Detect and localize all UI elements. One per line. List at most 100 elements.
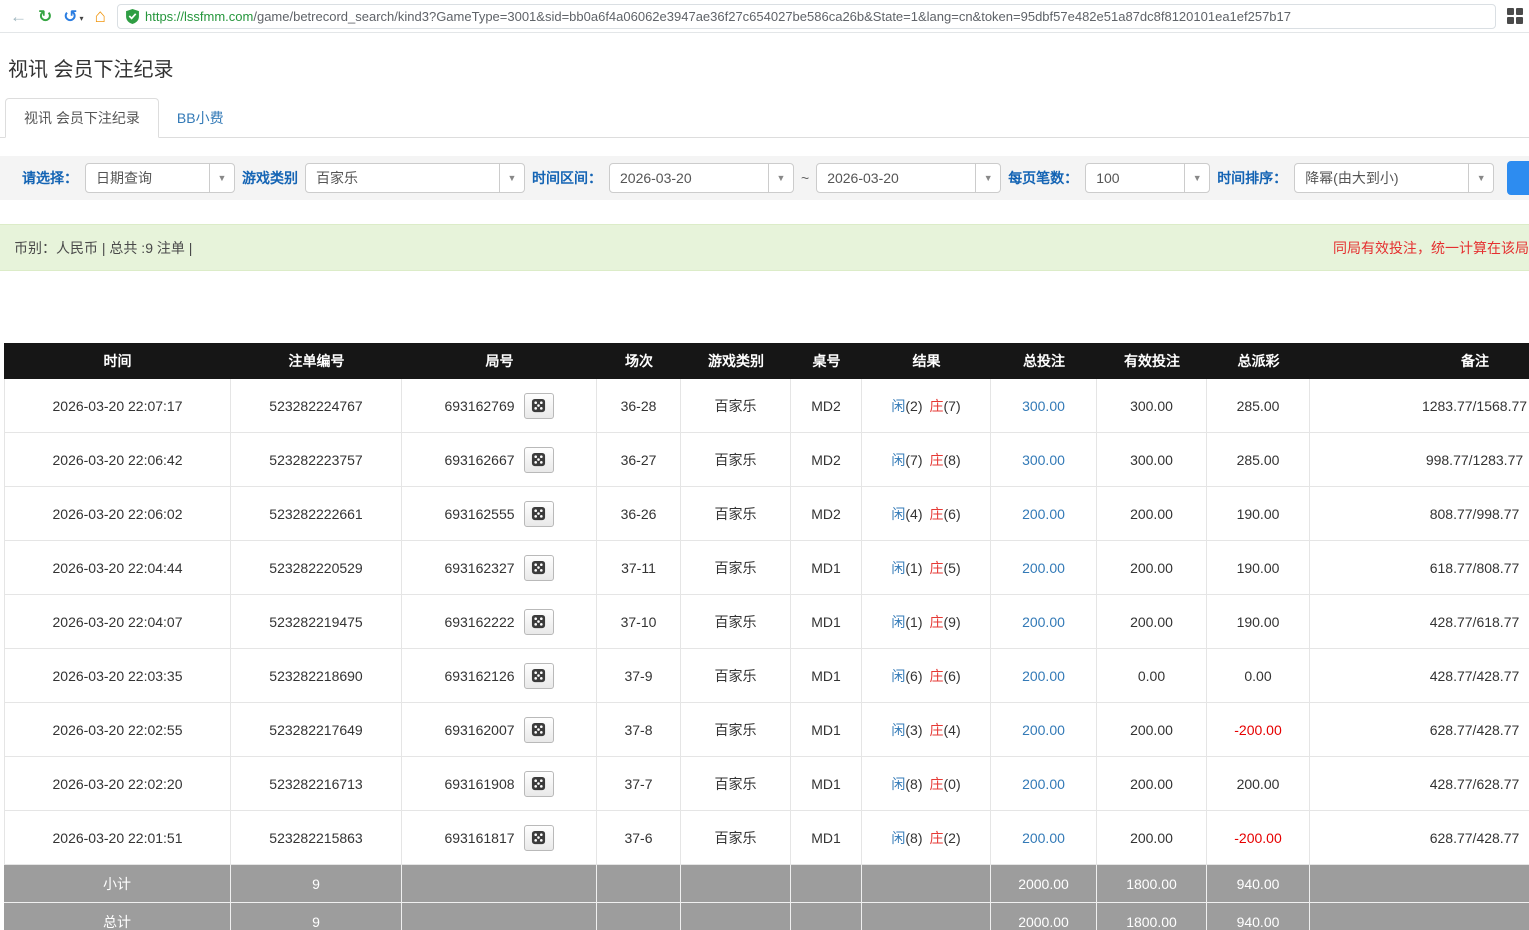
cell-session: 36-26: [597, 487, 681, 540]
cell-remark: 428.77/628.77: [1310, 757, 1529, 810]
dice-icon: [531, 452, 546, 467]
cell-time: 2026-03-20 22:01:51: [4, 811, 231, 864]
banker-result-score: (5): [944, 560, 961, 576]
cell-result: 闲(8) 庄(2): [862, 811, 991, 864]
cell-remark: 628.77/428.77: [1310, 703, 1529, 756]
security-shield-icon: [126, 9, 139, 24]
round-detail-button[interactable]: [524, 825, 554, 851]
address-bar[interactable]: https://lssfmm.com/game/betrecord_search…: [117, 4, 1496, 29]
chevron-down-icon: ▼: [209, 164, 234, 192]
cell-session: 37-10: [597, 595, 681, 648]
header-table-no: 桌号: [791, 343, 862, 379]
cell-remark: 428.77/428.77: [1310, 649, 1529, 702]
cell-bet-id: 523282217649: [231, 703, 402, 756]
player-result-score: (3): [905, 722, 922, 738]
cell-remark: 998.77/1283.77: [1310, 433, 1529, 486]
subtotal-label: 小计: [4, 865, 231, 903]
cell-result: 闲(2) 庄(7): [862, 379, 991, 432]
banker-result-label: 庄: [930, 450, 944, 470]
cell-remark: 428.77/618.77: [1310, 595, 1529, 648]
banker-result-score: (7): [944, 398, 961, 414]
chevron-down-icon: ▼: [975, 164, 1000, 192]
game-type-select[interactable]: 百家乐 ▼: [305, 163, 525, 193]
total-bet-link[interactable]: 200.00: [1022, 560, 1065, 576]
total-bet-link[interactable]: 200.00: [1022, 830, 1065, 846]
browser-toolbar: ← ↻ ↺ ▾ ⌂ https://lssfmm.com/game/betrec…: [0, 0, 1529, 33]
per-page-select[interactable]: 100 ▼: [1085, 163, 1210, 193]
cell-valid-bet: 300.00: [1097, 433, 1207, 486]
time-range-label: 时间区间：: [532, 168, 602, 188]
cell-round: 693162126: [402, 649, 597, 702]
refresh-icon[interactable]: ↻: [38, 8, 52, 25]
round-detail-button[interactable]: [524, 501, 554, 527]
search-button[interactable]: [1507, 161, 1529, 195]
cell-result: 闲(3) 庄(4): [862, 703, 991, 756]
banker-result-label: 庄: [930, 720, 944, 740]
table-row: 2026-03-20 22:01:51 523282215863 6931618…: [4, 811, 1529, 865]
back-icon[interactable]: ←: [10, 8, 27, 25]
total-bet-link[interactable]: 200.00: [1022, 506, 1065, 522]
round-number: 693162769: [444, 398, 514, 414]
dice-icon: [531, 830, 546, 845]
cell-game-type: 百家乐: [681, 811, 791, 864]
player-result-score: (6): [905, 668, 922, 684]
cell-remark: 628.77/428.77: [1310, 811, 1529, 864]
round-detail-button[interactable]: [524, 609, 554, 635]
sort-order-select[interactable]: 降幂(由大到小) ▼: [1294, 163, 1494, 193]
player-result-label: 闲: [891, 666, 905, 686]
player-result-score: (4): [905, 506, 922, 522]
banker-result-score: (9): [944, 614, 961, 630]
round-detail-button[interactable]: [524, 771, 554, 797]
table-row: 2026-03-20 22:07:17 523282224767 6931627…: [4, 379, 1529, 433]
cell-valid-bet: 200.00: [1097, 487, 1207, 540]
cell-payout: -200.00: [1207, 811, 1310, 864]
query-type-select[interactable]: 日期查询 ▼: [85, 163, 235, 193]
total-bet-link[interactable]: 200.00: [1022, 722, 1065, 738]
round-number: 693162555: [444, 506, 514, 522]
cell-total-bet: 200.00: [991, 487, 1097, 540]
header-game-type: 游戏类别: [681, 343, 791, 379]
round-number: 693162222: [444, 614, 514, 630]
cell-round: 693162327: [402, 541, 597, 594]
tab-bet-records[interactable]: 视讯 会员下注纪录: [5, 98, 159, 138]
home-icon[interactable]: ⌂: [95, 7, 106, 26]
tab-bb-tip[interactable]: BB小费: [159, 99, 242, 137]
table-row: 2026-03-20 22:06:42 523282223757 6931626…: [4, 433, 1529, 487]
total-bet-link[interactable]: 300.00: [1022, 452, 1065, 468]
total-bet-link[interactable]: 300.00: [1022, 398, 1065, 414]
cell-remark: 808.77/998.77: [1310, 487, 1529, 540]
url-text[interactable]: https://lssfmm.com/game/betrecord_search…: [145, 9, 1291, 24]
cell-time: 2026-03-20 22:07:17: [4, 379, 231, 432]
cell-game-type: 百家乐: [681, 379, 791, 432]
player-result-label: 闲: [891, 396, 905, 416]
cell-time: 2026-03-20 22:06:42: [4, 433, 231, 486]
cell-table-no: MD1: [791, 811, 862, 864]
round-detail-button[interactable]: [524, 447, 554, 473]
cell-round: 693161817: [402, 811, 597, 864]
cell-time: 2026-03-20 22:02:20: [4, 757, 231, 810]
date-to-input[interactable]: 2026-03-20 ▼: [816, 163, 1001, 193]
round-detail-button[interactable]: [524, 717, 554, 743]
extension-icon[interactable]: [1507, 8, 1523, 24]
cell-payout: 190.00: [1207, 487, 1310, 540]
date-from-input[interactable]: 2026-03-20 ▼: [609, 163, 794, 193]
banker-result-score: (4): [944, 722, 961, 738]
total-bet-link[interactable]: 200.00: [1022, 776, 1065, 792]
round-detail-button[interactable]: [524, 555, 554, 581]
undo-control[interactable]: ↺ ▾: [63, 8, 83, 25]
round-detail-button[interactable]: [524, 663, 554, 689]
cell-remark: 618.77/808.77: [1310, 541, 1529, 594]
total-bet-link[interactable]: 200.00: [1022, 614, 1065, 630]
filter-bar: 请选择： 日期查询 ▼ 游戏类别 百家乐 ▼ 时间区间： 2026-03-20 …: [0, 156, 1529, 200]
cell-valid-bet: 200.00: [1097, 541, 1207, 594]
bet-records-table: 时间 注单编号 局号 场次 游戏类别 桌号 结果 总投注 有效投注 总派彩 备注…: [4, 343, 1529, 930]
total-bet-link[interactable]: 200.00: [1022, 668, 1065, 684]
cell-total-bet: 200.00: [991, 757, 1097, 810]
round-detail-button[interactable]: [524, 393, 554, 419]
chevron-down-icon[interactable]: ▾: [80, 14, 84, 25]
undo-icon[interactable]: ↺: [63, 8, 77, 25]
cell-payout: 190.00: [1207, 595, 1310, 648]
cell-bet-id: 523282219475: [231, 595, 402, 648]
player-result-label: 闲: [891, 774, 905, 794]
game-type-label: 游戏类别: [242, 168, 298, 188]
